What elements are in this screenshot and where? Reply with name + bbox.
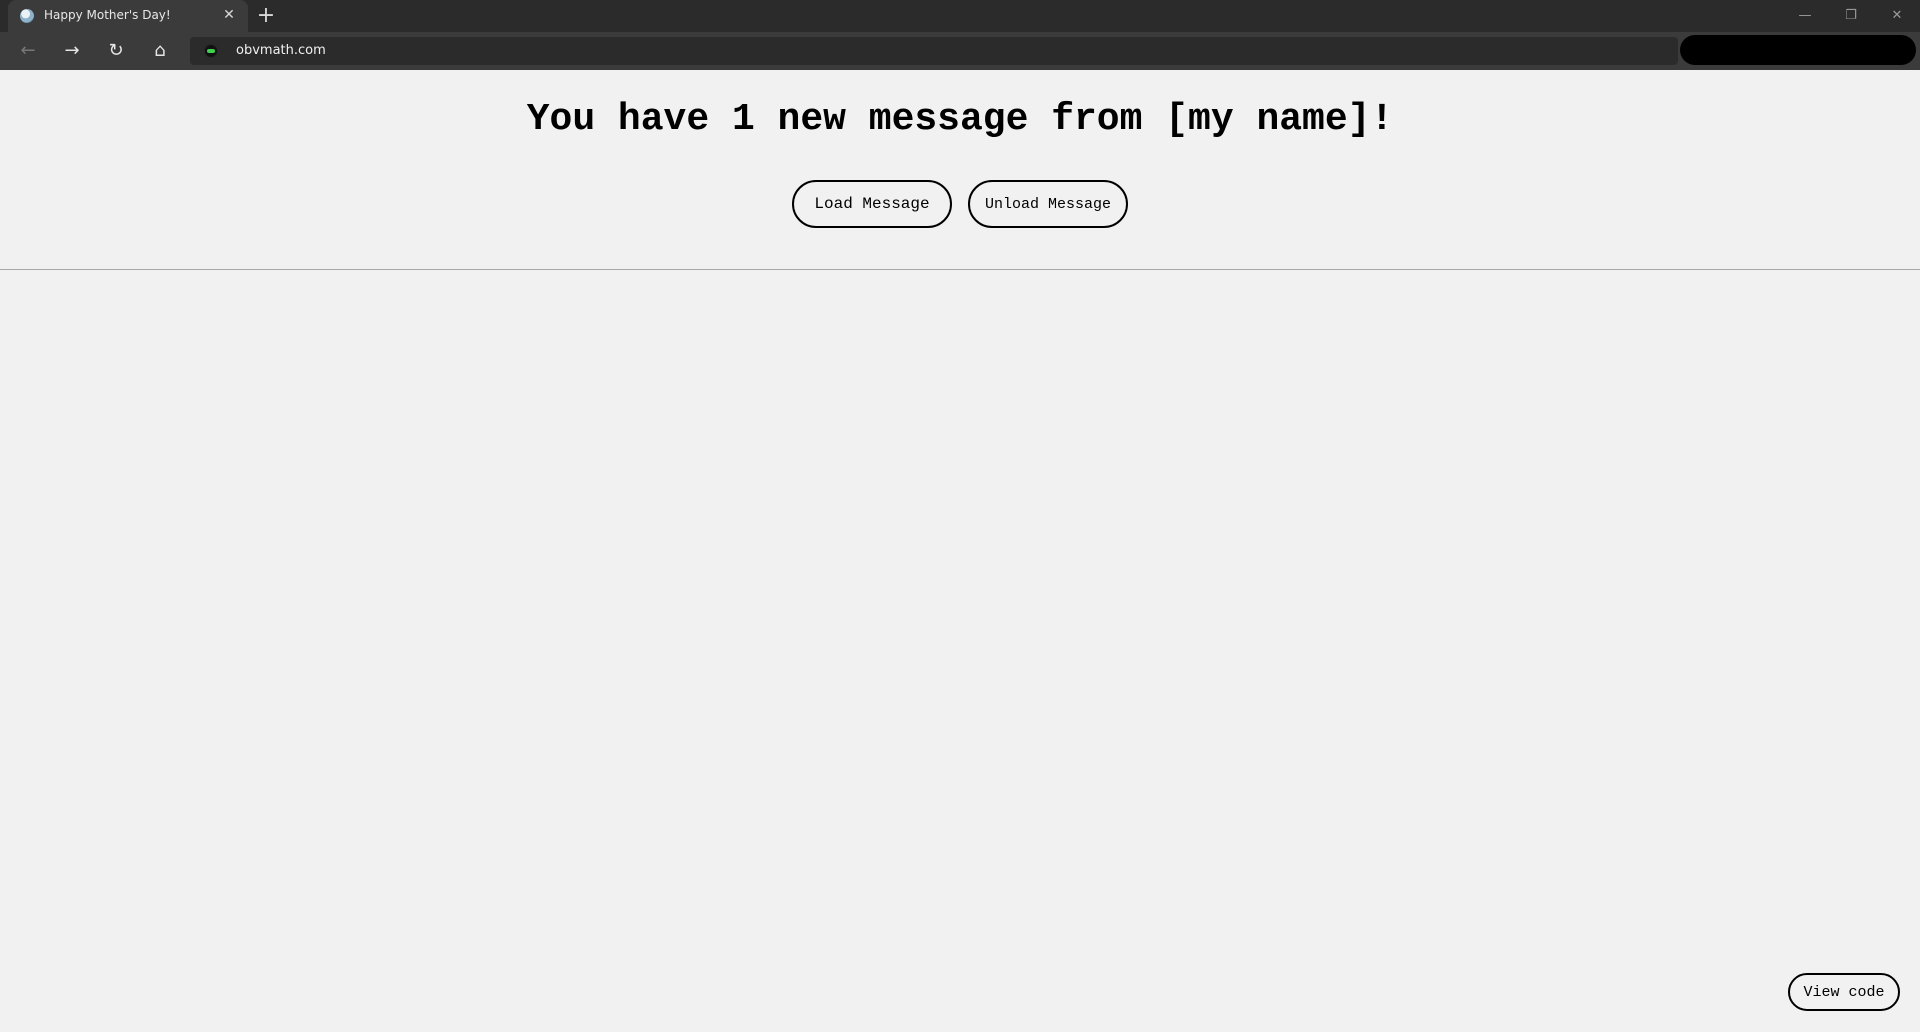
minimize-button[interactable]: — <box>1782 0 1828 32</box>
message-button-row: Load Message Unload Message <box>0 180 1920 228</box>
load-message-button[interactable]: Load Message <box>792 180 952 228</box>
reload-button[interactable]: ↻ <box>102 37 130 65</box>
browser-toolbar: ← → ↻ ⌂ obvmath.com <box>0 32 1920 70</box>
url-text[interactable]: obvmath.com <box>236 43 326 58</box>
browser-tab[interactable]: Happy Mother's Day! ✕ <box>8 0 248 32</box>
tab-title: Happy Mother's Day! <box>44 8 171 22</box>
close-window-button[interactable]: ✕ <box>1874 0 1920 32</box>
site-favicon-icon <box>204 44 218 58</box>
divider <box>0 269 1920 270</box>
globe-icon <box>20 9 34 23</box>
browser-titlebar: Happy Mother's Day! ✕ + — ❐ ✕ <box>0 0 1920 32</box>
view-code-button[interactable]: View code <box>1788 973 1900 1011</box>
address-bar[interactable]: obvmath.com <box>190 37 1678 65</box>
close-tab-icon[interactable]: ✕ <box>220 6 238 24</box>
restore-button[interactable]: ❐ <box>1828 0 1874 32</box>
page-content: You have 1 new message from [my name]! L… <box>0 70 1920 1032</box>
page-title: You have 1 new message from [my name]! <box>526 98 1394 141</box>
home-button[interactable]: ⌂ <box>146 37 174 65</box>
forward-button[interactable]: → <box>58 37 86 65</box>
redacted-profile-area <box>1680 35 1916 65</box>
new-tab-button[interactable]: + <box>254 4 278 28</box>
window-controls: — ❐ ✕ <box>1782 0 1920 32</box>
unload-message-button[interactable]: Unload Message <box>968 180 1128 228</box>
back-button[interactable]: ← <box>14 37 42 65</box>
